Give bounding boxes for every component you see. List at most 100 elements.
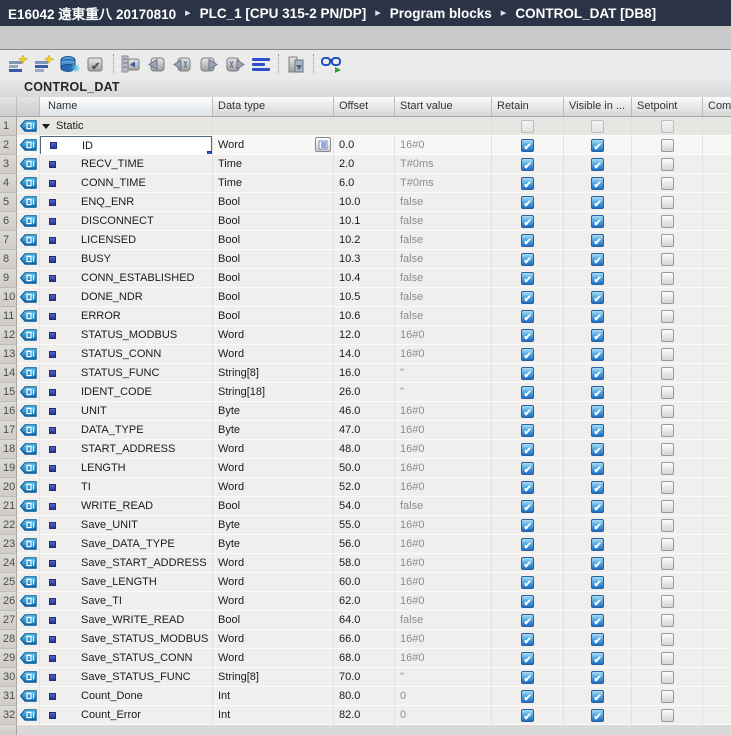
name-cell[interactable]: DONE_NDR: [40, 288, 213, 307]
setpoint-checkbox[interactable]: [660, 633, 674, 646]
data-type-cell[interactable]: Word: [213, 478, 334, 497]
start-value-cell[interactable]: 16#0: [395, 440, 492, 459]
table-row[interactable]: 30 Save_STATUS_FUNC String[8] 70.0 '': [0, 668, 731, 687]
name-cell[interactable]: Save_START_ADDRESS: [40, 554, 213, 573]
column-header-data-type[interactable]: Data type: [213, 97, 334, 116]
name-cell[interactable]: ENQ_ENR: [40, 193, 213, 212]
visible-in-hmi-checkbox[interactable]: [591, 519, 604, 534]
setpoint-checkbox[interactable]: [660, 310, 674, 323]
data-type-cell[interactable]: Byte: [213, 516, 334, 535]
copy-snapshots-to-start-values-button[interactable]: [119, 52, 143, 76]
visible-in-hmi-checkbox[interactable]: [591, 386, 604, 401]
name-cell[interactable]: Save_WRITE_READ: [40, 611, 213, 630]
visible-in-hmi-checkbox[interactable]: [591, 538, 604, 553]
start-value-cell[interactable]: 16#0: [395, 649, 492, 668]
data-type-cell[interactable]: Bool: [213, 611, 334, 630]
retain-checkbox[interactable]: [521, 462, 534, 477]
data-type-cell[interactable]: Time: [213, 174, 334, 193]
retain-checkbox[interactable]: [521, 329, 534, 344]
comment-cell[interactable]: [703, 706, 731, 725]
name-edit-box[interactable]: ID: [40, 136, 212, 154]
visible-in-hmi-checkbox[interactable]: [591, 272, 604, 287]
data-type-cell[interactable]: Word: [213, 326, 334, 345]
retain-checkbox[interactable]: [521, 595, 534, 610]
retain-checkbox[interactable]: [521, 177, 534, 192]
breadcrumb-project[interactable]: E16042 遠東重八 20170810: [8, 3, 176, 23]
setpoint-checkbox[interactable]: [660, 405, 674, 418]
table-row[interactable]: 15 IDENT_CODE String[18] 26.0 '': [0, 383, 731, 402]
data-type-cell[interactable]: Word: [213, 459, 334, 478]
name-cell[interactable]: CONN_ESTABLISHED: [40, 269, 213, 288]
start-value-cell[interactable]: [395, 117, 492, 136]
data-type-cell[interactable]: Byte: [213, 402, 334, 421]
data-type-cell[interactable]: Word: [213, 136, 334, 155]
column-header-setpoint[interactable]: Setpoint: [632, 97, 703, 116]
data-type-cell[interactable]: Word: [213, 554, 334, 573]
data-type-cell[interactable]: String[8]: [213, 668, 334, 687]
row-number-cell[interactable]: 32: [0, 706, 17, 725]
comment-cell[interactable]: [703, 136, 731, 155]
name-cell[interactable]: ERROR: [40, 307, 213, 326]
setpoint-checkbox[interactable]: [660, 120, 674, 133]
column-header-name[interactable]: Name: [40, 97, 213, 116]
visible-in-hmi-checkbox[interactable]: [591, 614, 604, 629]
visible-in-hmi-checkbox[interactable]: [591, 424, 604, 439]
setpoint-checkbox[interactable]: [660, 557, 674, 570]
table-row[interactable]: 12 STATUS_MODBUS Word 12.0 16#0: [0, 326, 731, 345]
comment-cell[interactable]: [703, 231, 731, 250]
data-type-cell[interactable]: Byte: [213, 421, 334, 440]
setpoint-checkbox[interactable]: [660, 215, 674, 228]
visible-in-hmi-checkbox[interactable]: [591, 196, 604, 211]
row-number-cell[interactable]: 28: [0, 630, 17, 649]
retain-checkbox[interactable]: [521, 348, 534, 363]
setpoint-checkbox[interactable]: [660, 291, 674, 304]
setpoint-checkbox[interactable]: [660, 614, 674, 627]
row-number-cell[interactable]: 5: [0, 193, 17, 212]
row-number-cell[interactable]: 4: [0, 174, 17, 193]
expand-rows-button[interactable]: [249, 52, 273, 76]
add-row-button[interactable]: [32, 52, 56, 76]
visible-in-hmi-checkbox[interactable]: [591, 690, 604, 705]
table-row[interactable]: 22 Save_UNIT Byte 55.0 16#0: [0, 516, 731, 535]
table-row[interactable]: 17 DATA_TYPE Byte 47.0 16#0: [0, 421, 731, 440]
setpoint-checkbox[interactable]: [660, 367, 674, 380]
retain-checkbox[interactable]: [521, 405, 534, 420]
comment-cell[interactable]: [703, 307, 731, 326]
setpoint-checkbox[interactable]: [660, 234, 674, 247]
row-number-cell[interactable]: 13: [0, 345, 17, 364]
copy-right-button[interactable]: [197, 52, 221, 76]
row-number-cell[interactable]: 12: [0, 326, 17, 345]
row-number-cell[interactable]: 29: [0, 649, 17, 668]
visible-in-hmi-checkbox[interactable]: [591, 462, 604, 477]
table-row[interactable]: 21 WRITE_READ Bool 54.0 false: [0, 497, 731, 516]
name-cell[interactable]: Save_STATUS_FUNC: [40, 668, 213, 687]
setpoint-checkbox[interactable]: [660, 329, 674, 342]
setpoint-checkbox[interactable]: [660, 576, 674, 589]
retain-checkbox[interactable]: [521, 652, 534, 667]
start-value-cell[interactable]: false: [395, 193, 492, 212]
row-number-cell[interactable]: 14: [0, 364, 17, 383]
table-row[interactable]: 24 Save_START_ADDRESS Word 58.0 16#0: [0, 554, 731, 573]
comment-cell[interactable]: [703, 402, 731, 421]
visible-in-hmi-checkbox[interactable]: [591, 253, 604, 268]
name-cell[interactable]: TI: [40, 478, 213, 497]
start-value-cell[interactable]: 16#0: [395, 402, 492, 421]
retain-checkbox[interactable]: [521, 671, 534, 686]
data-type-cell[interactable]: String[18]: [213, 383, 334, 402]
setpoint-checkbox[interactable]: [660, 443, 674, 456]
row-number-cell[interactable]: 26: [0, 592, 17, 611]
data-type-cell[interactable]: Bool: [213, 250, 334, 269]
visible-in-hmi-checkbox[interactable]: [591, 120, 604, 133]
row-number-cell[interactable]: 30: [0, 668, 17, 687]
start-value-cell[interactable]: '': [395, 383, 492, 402]
start-value-cell[interactable]: 0: [395, 687, 492, 706]
name-cell[interactable]: Static: [40, 117, 213, 136]
row-number-cell[interactable]: 6: [0, 212, 17, 231]
breadcrumb-db[interactable]: CONTROL_DAT [DB8]: [515, 6, 656, 21]
setpoint-checkbox[interactable]: [660, 709, 674, 722]
table-row[interactable]: 29 Save_STATUS_CONN Word 68.0 16#0: [0, 649, 731, 668]
name-cell[interactable]: BUSY: [40, 250, 213, 269]
data-type-cell[interactable]: Word: [213, 345, 334, 364]
setpoint-checkbox[interactable]: [660, 177, 674, 190]
setpoint-checkbox[interactable]: [660, 348, 674, 361]
